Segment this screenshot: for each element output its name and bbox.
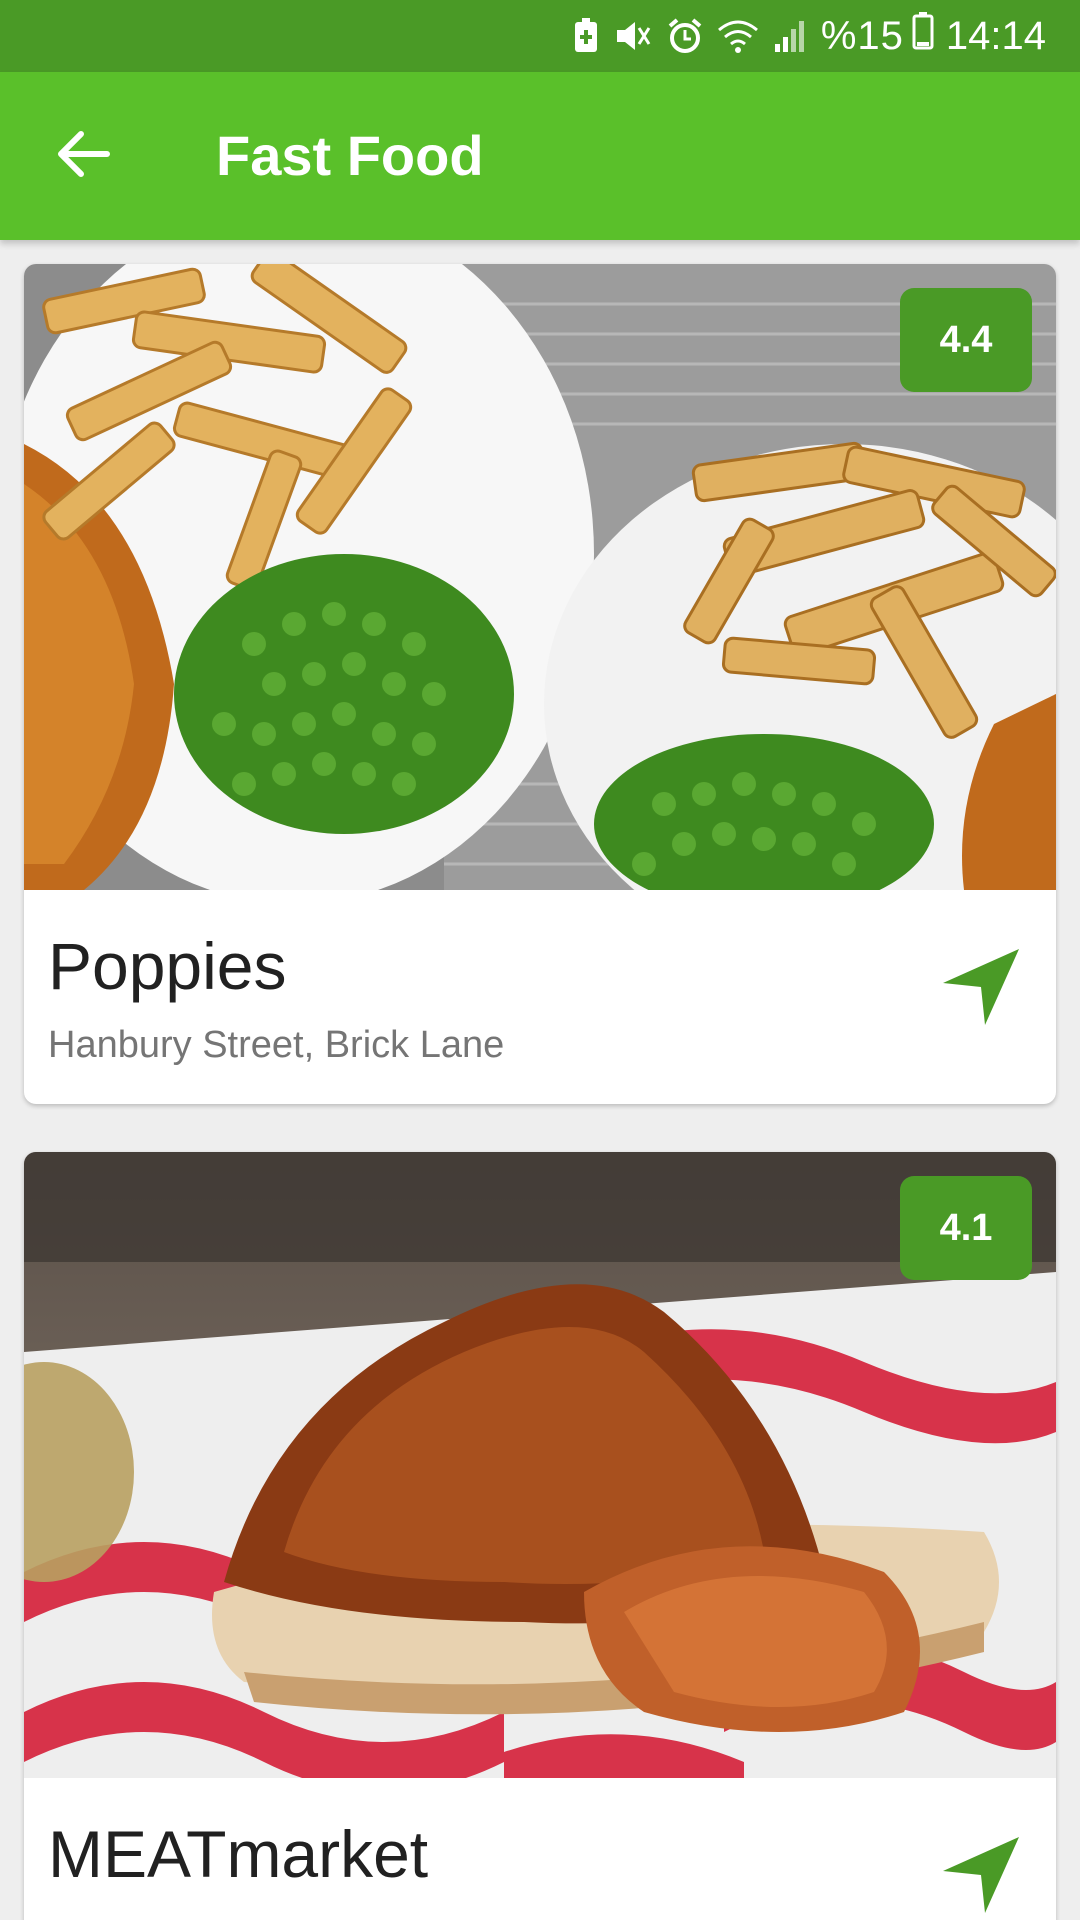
- wifi-icon: [717, 18, 759, 54]
- rating-badge: 4.1: [900, 1176, 1032, 1280]
- signal-icon: [773, 18, 807, 54]
- status-time: 14:14: [945, 13, 1046, 58]
- page-title: Fast Food: [216, 124, 484, 187]
- battery-icon: [912, 12, 934, 60]
- navigate-button[interactable]: [936, 1832, 1026, 1920]
- rating-badge: 4.4: [900, 288, 1032, 392]
- restaurant-photo: 4.4: [24, 264, 1056, 890]
- restaurant-name: Poppies: [48, 929, 287, 1003]
- navigation-arrow-icon: [939, 1833, 1023, 1920]
- restaurant-name: MEATmarket: [48, 1817, 429, 1891]
- arrow-left-icon: [57, 130, 111, 183]
- restaurant-address: Hanbury Street, Brick Lane: [48, 1024, 505, 1066]
- restaurant-photo: 4.1: [24, 1152, 1056, 1778]
- battery-percent: %15: [820, 13, 904, 58]
- restaurant-card[interactable]: 4.1 MEATmarket: [24, 1152, 1056, 1920]
- restaurant-card[interactable]: 4.4 Poppies Hanbury Street, Brick Lane: [24, 264, 1056, 1104]
- app-bar: Fast Food: [0, 72, 1080, 240]
- status-bar: %15 14:14: [0, 0, 1080, 72]
- navigation-arrow-icon: [939, 945, 1023, 1034]
- back-button[interactable]: [48, 120, 120, 192]
- navigate-button[interactable]: [936, 944, 1026, 1034]
- status-icons: [573, 18, 807, 54]
- battery-saver-icon: [573, 18, 599, 54]
- restaurant-list[interactable]: 4.4 Poppies Hanbury Street, Brick Lane 4…: [0, 240, 1080, 1920]
- card-info: MEATmarket: [24, 1778, 1056, 1920]
- mute-icon: [613, 18, 653, 54]
- alarm-icon: [667, 18, 703, 54]
- card-info: Poppies Hanbury Street, Brick Lane: [24, 890, 1056, 1104]
